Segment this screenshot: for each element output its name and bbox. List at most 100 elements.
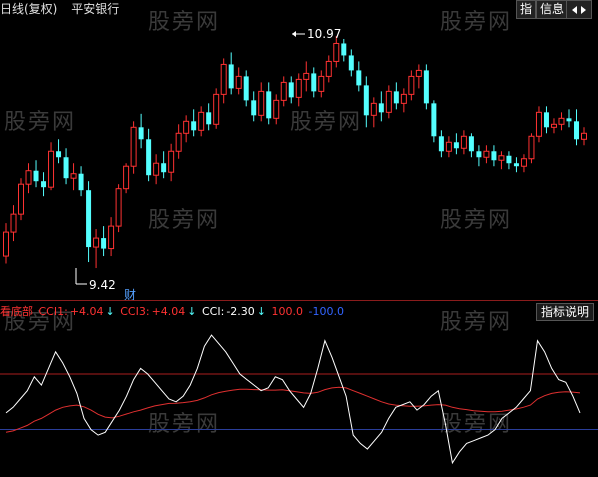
candle-body (18, 183, 25, 215)
candle-body (10, 213, 17, 233)
indicator-legend-bar: 看底部 CCI1: +4.04 ↓ CCI3: +4.04 ↓ CCI: -2.30 ↓ 1… (0, 305, 346, 319)
candlestick-chart[interactable]: 10.97 9.42 财 (0, 18, 598, 300)
candle-body (123, 165, 130, 190)
candle-body (318, 75, 325, 92)
candle-body (243, 76, 249, 101)
ref1-label: 100.0 (271, 305, 304, 318)
candle-body (573, 121, 579, 140)
cci1-label: CCI1: (38, 305, 68, 318)
candle-body (3, 231, 9, 257)
candle-body (78, 173, 84, 191)
candle-body (566, 118, 572, 122)
candle-body (63, 157, 69, 179)
cci-line (5, 334, 581, 465)
down-arrow-icon: ↓ (256, 305, 266, 318)
cci3-label: CCI3: (120, 305, 150, 318)
candle-body (498, 155, 505, 161)
candle-body (86, 190, 92, 248)
candle-body (168, 150, 175, 173)
candle-body (115, 188, 122, 227)
info-button[interactable]: 信息 (536, 0, 569, 19)
chart-mode-label[interactable]: 日线(复权) (0, 2, 57, 16)
candle-body (453, 142, 459, 149)
candle-body (303, 72, 310, 80)
candle-body (220, 63, 227, 95)
candle-body (213, 93, 220, 125)
candle-body (288, 82, 294, 98)
candle-body (183, 120, 190, 134)
candle-body (175, 132, 182, 152)
pointer-icon (292, 31, 296, 37)
high-annotation: 10.97 (292, 27, 341, 41)
candle-body (468, 136, 474, 152)
candle-body (385, 90, 392, 113)
candle-body (550, 123, 557, 128)
candle-body (33, 170, 39, 182)
cci3-value: +4.04 (151, 305, 186, 318)
candle-body (543, 112, 549, 128)
low-price-label: 9.42 (89, 278, 116, 292)
indicator-help-button[interactable]: 指标说明 (536, 303, 595, 321)
high-price-label: 10.97 (307, 27, 341, 41)
low-annotation: 9.42 (75, 268, 116, 292)
index-button[interactable]: 指 (516, 0, 537, 19)
candle-body (191, 121, 197, 131)
indicator-name[interactable]: 看底部 (0, 305, 33, 318)
candle-body (251, 100, 257, 116)
candle-body (273, 99, 280, 119)
candle-body (153, 162, 160, 176)
left-arrow-icon (572, 5, 577, 14)
candle-body (476, 151, 482, 158)
candle-body (423, 70, 429, 104)
candle-body (311, 73, 317, 92)
candle-body (266, 91, 272, 119)
candle-body (558, 117, 565, 125)
candle-body (108, 225, 115, 250)
candle-body (41, 181, 47, 188)
candle-body (258, 90, 265, 116)
candle-body (528, 135, 535, 160)
candle-body (400, 93, 407, 104)
cci-label: CCI: (202, 305, 225, 318)
candle-body (146, 139, 152, 176)
candle-body (393, 91, 399, 104)
cci1-value: +4.04 (69, 305, 104, 318)
candle-body (280, 81, 287, 101)
candle-body (535, 111, 542, 137)
candle-body (506, 155, 512, 164)
candle-body (445, 141, 452, 152)
down-arrow-icon: ↓ (187, 305, 197, 318)
candle-body (130, 126, 137, 167)
candle-body (356, 70, 362, 86)
candle-body (370, 102, 377, 116)
candle-body (56, 151, 62, 158)
candle-body (341, 43, 347, 56)
candle-body (138, 127, 144, 140)
down-arrow-icon: ↓ (105, 305, 115, 318)
candle-body (325, 60, 332, 77)
arrow-icons (572, 5, 586, 14)
candle-body (408, 75, 415, 95)
candle-body (363, 85, 369, 116)
candle-body (581, 132, 587, 140)
candle-body (513, 163, 519, 167)
candle-body (93, 237, 100, 248)
candle-body (333, 42, 340, 62)
candle-body (348, 55, 354, 71)
cci-indicator-chart[interactable] (0, 320, 598, 477)
candle-body (101, 238, 107, 249)
ref2-label: -100.0 (308, 305, 344, 318)
event-marker[interactable]: 财 (124, 288, 136, 300)
candle-body (460, 135, 467, 149)
candle-body (491, 151, 497, 161)
candle-body (483, 150, 490, 158)
chart-title-bar: 日线(复权) 平安银行 (0, 0, 119, 18)
cci-average-line (5, 386, 581, 433)
arrow-toggle-button[interactable] (566, 0, 592, 19)
candle-body (228, 64, 234, 89)
candles-group (3, 35, 587, 269)
candle-body (48, 150, 55, 188)
right-arrow-icon (581, 5, 586, 14)
cci-value: -2.30 (226, 305, 255, 318)
candle-body (235, 75, 242, 89)
